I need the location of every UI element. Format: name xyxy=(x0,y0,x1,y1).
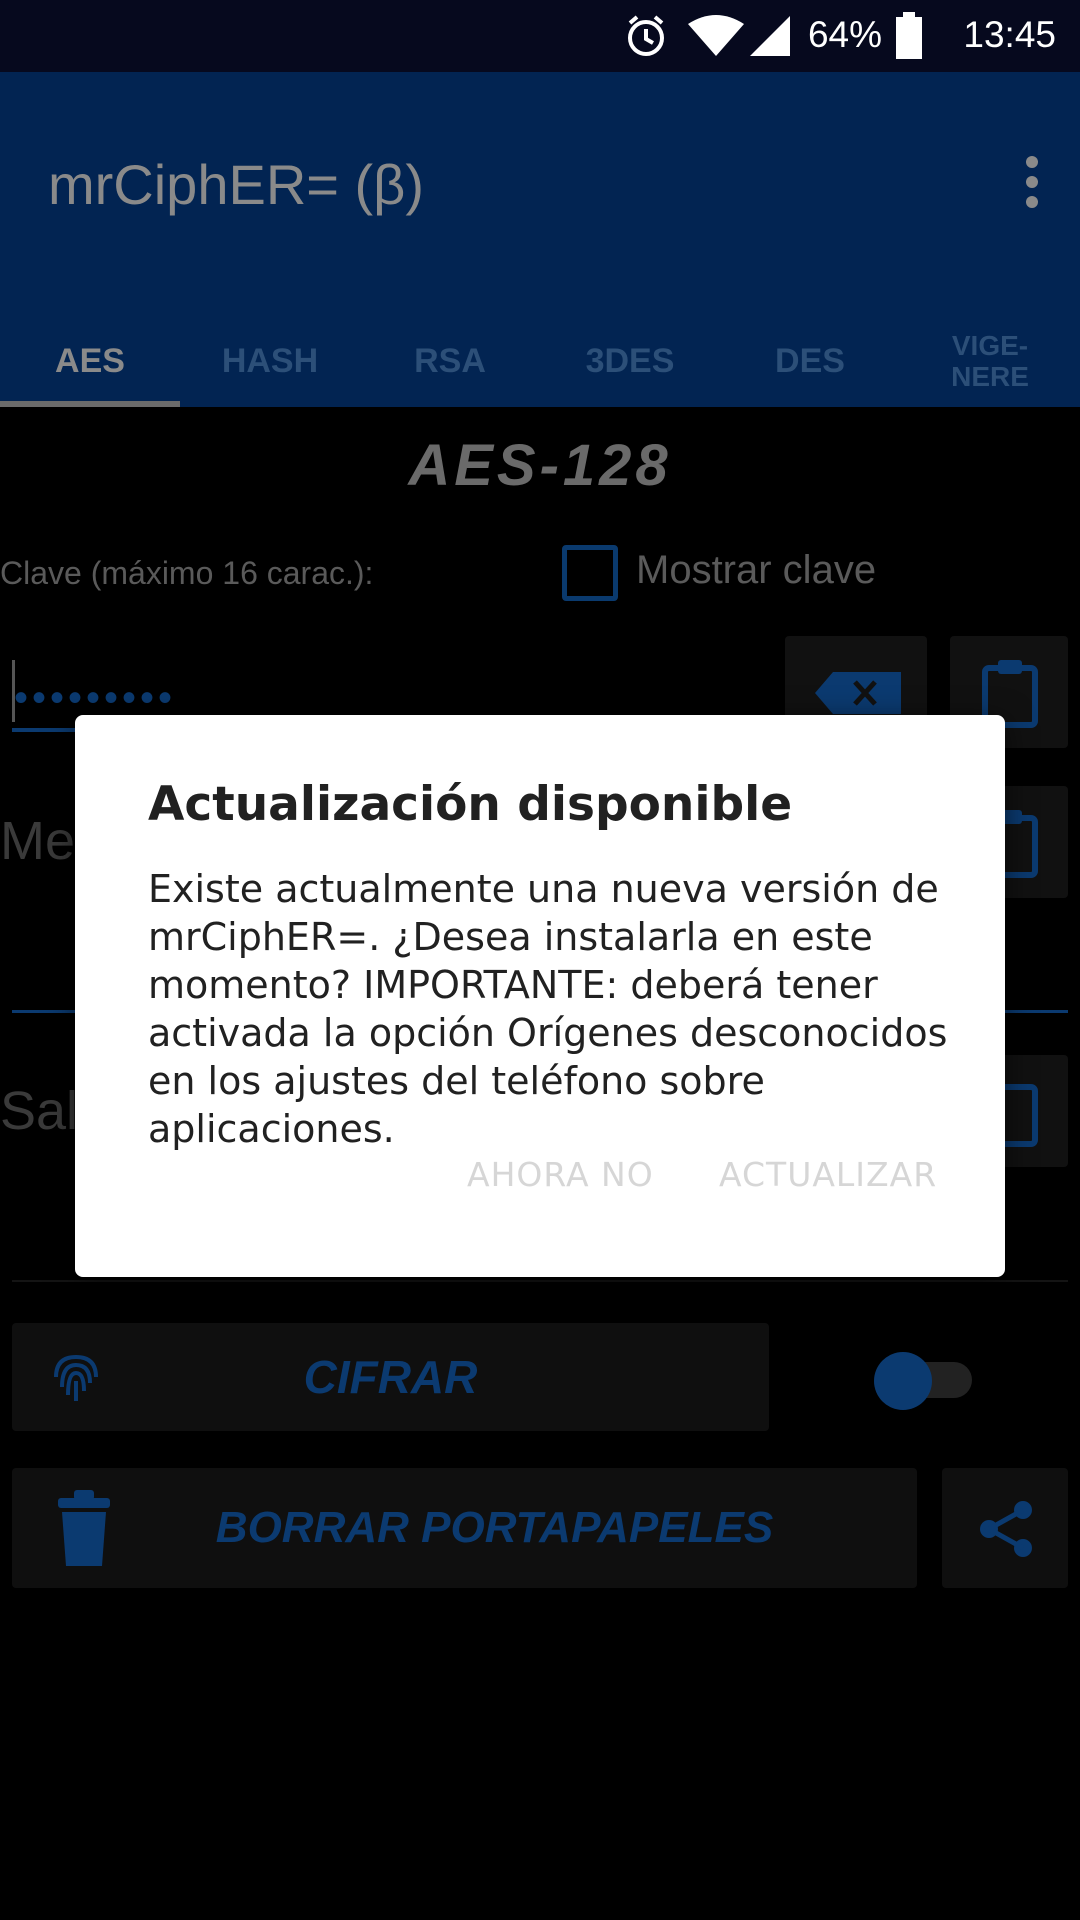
clock: 13:45 xyxy=(963,14,1056,55)
update-button[interactable]: ACTUALIZAR xyxy=(719,1155,937,1194)
share-icon xyxy=(980,1501,1032,1557)
cell-signal-icon xyxy=(750,16,790,56)
not-now-button[interactable]: AHORA NO xyxy=(467,1155,654,1194)
battery-icon xyxy=(896,12,922,59)
tab-aes[interactable]: AES xyxy=(0,317,180,407)
tab-hash[interactable]: HASH xyxy=(180,317,360,407)
show-key-label: Mostrar clave xyxy=(636,548,877,592)
app-bar: mrCiphER= (β) AES HASH RSA 3DES DES VIGE… xyxy=(0,72,1080,407)
key-label: Clave (máximo 16 carac.): xyxy=(0,555,374,591)
update-dialog: Actualización disponible Existe actualme… xyxy=(75,715,1005,1277)
dialog-message: Existe actualmente una nueva versión de … xyxy=(148,867,948,1151)
clear-clipboard-label: BORRAR PORTAPAPELES xyxy=(215,1503,774,1552)
tab-3des[interactable]: 3DES xyxy=(540,317,720,407)
dialog-title: Actualización disponible xyxy=(148,777,793,832)
app-title: mrCiphER= (β) xyxy=(48,153,425,216)
message-label: Me xyxy=(0,811,76,871)
encrypt-button-label: CIFRAR xyxy=(303,1351,478,1403)
cipher-title: AES-128 xyxy=(408,433,672,498)
output-label: Sal xyxy=(0,1081,79,1141)
alarm-icon xyxy=(628,15,664,56)
tab-des[interactable]: DES xyxy=(720,317,900,407)
status-bar: 64% 13:45 xyxy=(0,0,1080,72)
clear-clipboard-button[interactable]: BORRAR PORTAPAPELES xyxy=(12,1468,917,1588)
tab-indicator xyxy=(0,401,180,407)
share-button[interactable] xyxy=(942,1468,1068,1588)
encrypt-button[interactable]: CIFRAR xyxy=(12,1323,769,1431)
mode-toggle-knob[interactable] xyxy=(874,1352,932,1410)
tab-rsa[interactable]: RSA xyxy=(360,317,540,407)
wifi-icon xyxy=(688,15,744,56)
overflow-menu-icon[interactable] xyxy=(1026,156,1040,210)
tab-vigenere[interactable]: VIGE- NERE xyxy=(900,317,1080,407)
show-key-checkbox[interactable] xyxy=(562,545,618,601)
tab-bar: AES HASH RSA 3DES DES VIGE- NERE xyxy=(0,317,1080,407)
output-divider xyxy=(12,1280,1068,1282)
battery-percent: 64% xyxy=(807,14,882,55)
backspace-icon xyxy=(815,672,901,714)
